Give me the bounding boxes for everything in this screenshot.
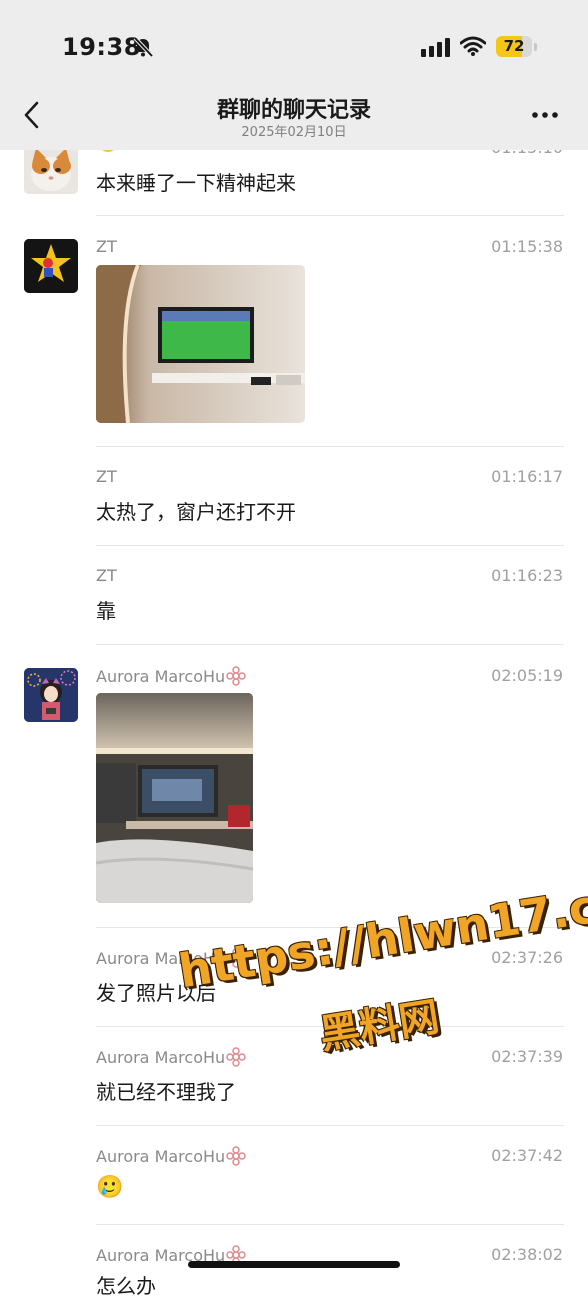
flower-badge-icon (226, 666, 246, 690)
watermark-text: 黑料网 (316, 994, 443, 1059)
wifi-icon (459, 36, 487, 60)
page-title: 群聊的聊天记录 (216, 98, 371, 123)
battery-indicator: 72 (496, 36, 532, 57)
message-time: 01:16:17 (491, 467, 563, 486)
message-image[interactable] (96, 265, 305, 423)
message-time: 02:37:26 (491, 948, 563, 967)
divider (96, 545, 564, 546)
message-time: 02:37:42 (491, 1146, 563, 1165)
battery-cap (534, 43, 537, 51)
message-time: 01:15:38 (491, 237, 563, 256)
home-indicator[interactable] (188, 1261, 400, 1268)
sender-name: ZT (96, 237, 117, 256)
message-text[interactable]: 靠 (96, 595, 116, 624)
signal-icon (421, 38, 451, 62)
divider (96, 1125, 564, 1126)
page-date: 2025年02月10日 (241, 125, 347, 140)
divider (96, 215, 564, 216)
message-emoji[interactable]: 🥲 (96, 1175, 123, 1200)
avatar[interactable] (24, 668, 78, 722)
message-time: 02:38:02 (491, 1245, 563, 1264)
message-time: 02:37:39 (491, 1047, 563, 1066)
sender-name: Aurora MarcoHu (96, 1146, 246, 1170)
battery-level: 72 (503, 37, 525, 55)
bell-muted-icon (132, 36, 154, 62)
flower-badge-icon (226, 1146, 246, 1170)
message-time: 02:05:19 (491, 666, 563, 685)
status-time: 19:38 (62, 33, 141, 61)
sender-name: ZT (96, 566, 117, 585)
sender-name: Aurora MarcoHu (96, 666, 246, 690)
message-image[interactable] (96, 693, 253, 903)
flower-badge-icon (226, 1047, 246, 1071)
message-text[interactable]: 怎么办 (96, 1270, 156, 1299)
sender-name: Aurora MarcoHu (96, 1047, 246, 1071)
avatar[interactable] (24, 239, 78, 293)
top-bar: 19:38 72 群聊的聊天记录 2025年02月10日 (0, 0, 588, 150)
message-time: 01:16:23 (491, 566, 563, 585)
more-options-icon[interactable] (531, 105, 559, 129)
divider (96, 644, 564, 645)
message-text[interactable]: 就已经不理我了 (96, 1076, 236, 1105)
message-text[interactable]: 太热了，窗户还打不开 (96, 496, 296, 525)
sender-name: ZT (96, 467, 117, 486)
message-text[interactable]: 本来睡了一下精神起来 (96, 167, 296, 196)
divider (96, 1224, 564, 1225)
divider (96, 446, 564, 447)
